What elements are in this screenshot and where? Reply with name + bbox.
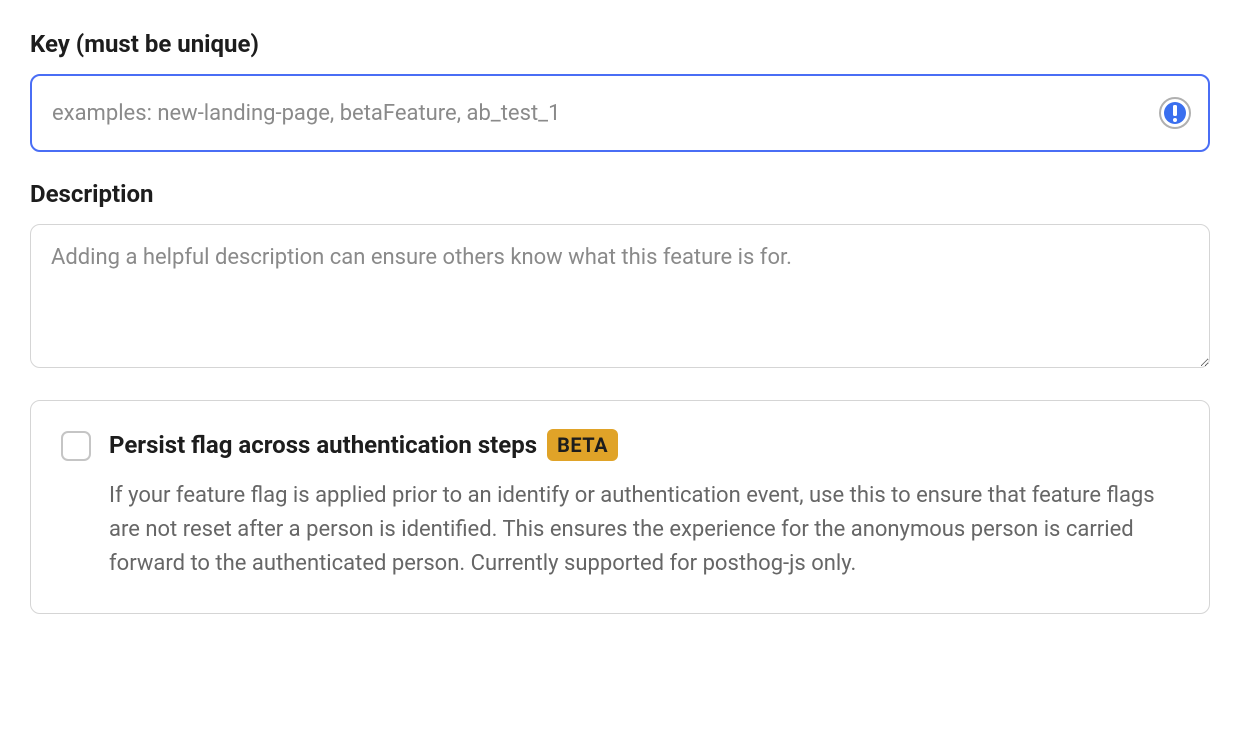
key-input-wrapper (30, 74, 1210, 152)
key-field-label: Key (must be unique) (30, 30, 1210, 58)
password-manager-icon[interactable] (1158, 96, 1192, 130)
persist-label-row: Persist flag across authentication steps… (109, 429, 1179, 461)
description-field-label: Description (30, 180, 1210, 208)
persist-content: Persist flag across authentication steps… (109, 429, 1179, 581)
persist-option-card: Persist flag across authentication steps… (30, 400, 1210, 614)
beta-badge: BETA (547, 429, 618, 461)
key-field-section: Key (must be unique) (30, 30, 1210, 152)
persist-help-text: If your feature flag is applied prior to… (109, 479, 1179, 581)
persist-checkbox-row: Persist flag across authentication steps… (61, 429, 1179, 581)
description-textarea[interactable] (30, 224, 1210, 368)
persist-label: Persist flag across authentication steps (109, 431, 537, 459)
key-input[interactable] (30, 74, 1210, 152)
description-field-section: Description (30, 180, 1210, 372)
persist-checkbox[interactable] (61, 431, 91, 461)
